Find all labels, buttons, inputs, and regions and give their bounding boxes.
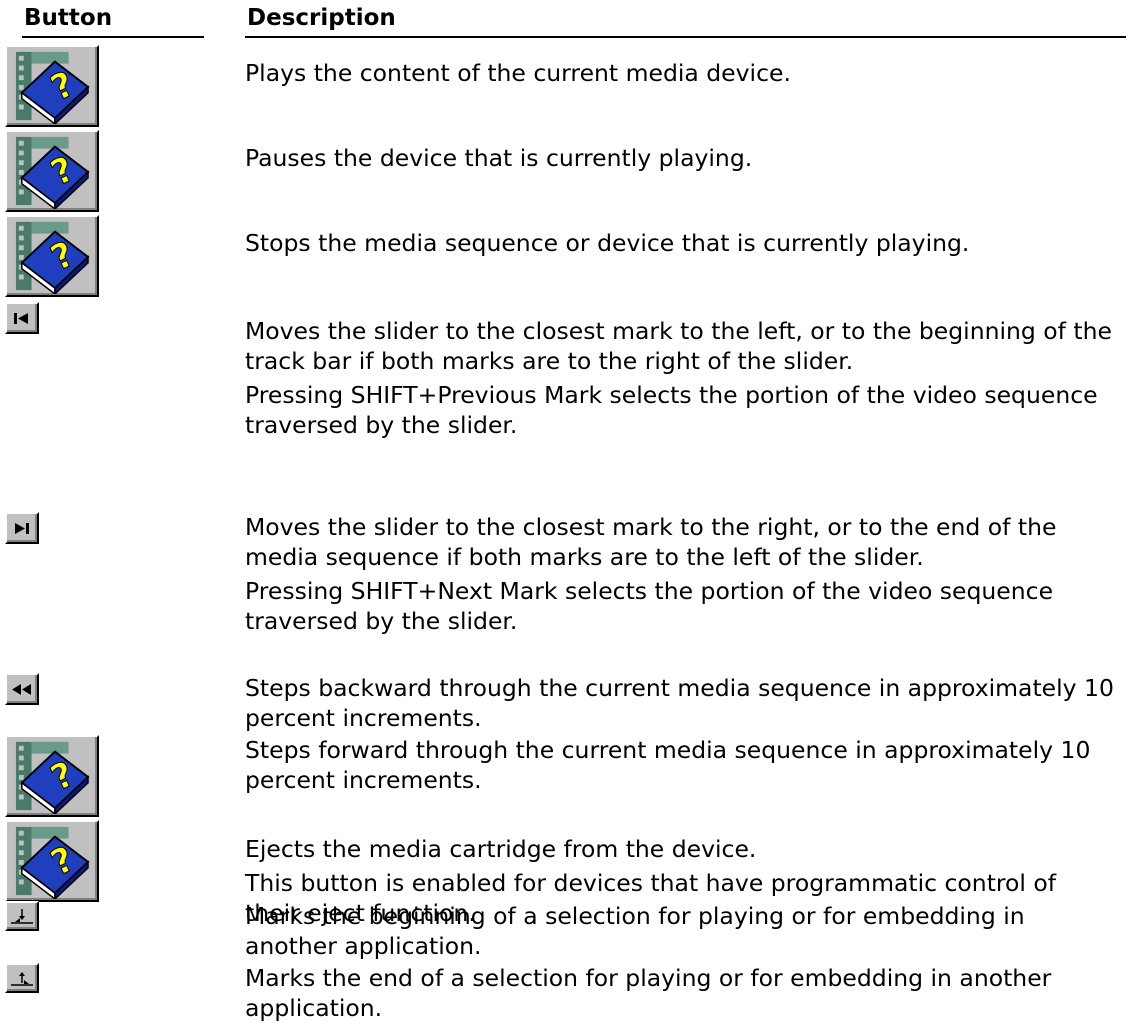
rewind-button[interactable]	[5, 673, 39, 705]
description-text-shift: Pressing SHIFT+Previous Mark selects the…	[245, 381, 1098, 439]
end-selection-icon	[11, 972, 33, 986]
description-text-shift: Pressing SHIFT+Next Mark selects the por…	[245, 577, 1054, 635]
help-book-icon	[8, 48, 96, 124]
description-text: Ejects the media cartridge from the devi…	[245, 835, 757, 863]
start-selection-button[interactable]	[5, 901, 39, 931]
description-text: Pauses the device that is currently play…	[245, 144, 753, 172]
description-text: Moves the slider to the closest mark to …	[245, 513, 1057, 571]
end-selection-button[interactable]	[5, 963, 39, 993]
next-mark-button[interactable]	[5, 512, 39, 544]
stop-button[interactable]	[5, 215, 99, 297]
description-text: Plays the content of the current media d…	[245, 59, 791, 87]
rewind-icon	[12, 684, 31, 695]
header-description-label: Description	[247, 5, 396, 31]
eject-button[interactable]	[5, 820, 99, 902]
help-book-icon	[8, 823, 96, 899]
previous-mark-icon	[14, 313, 28, 324]
description-text: Marks the beginning of a selection for p…	[245, 902, 1025, 960]
description-start-selection: Marks the beginning of a selection for p…	[245, 901, 1115, 961]
description-rewind: Steps backward through the current media…	[245, 673, 1115, 733]
header-description-column: Description	[245, 0, 1126, 38]
description-fast-forward: Steps forward through the current media …	[245, 735, 1115, 795]
help-book-icon	[8, 738, 96, 814]
header-button-column: Button	[22, 0, 204, 38]
previous-mark-button[interactable]	[5, 302, 39, 334]
description-end-selection: Marks the end of a selection for playing…	[245, 963, 1115, 1023]
description-text: Stops the media sequence or device that …	[245, 229, 970, 257]
description-pause: Pauses the device that is currently play…	[245, 143, 1115, 173]
start-selection-icon	[11, 909, 33, 924]
description-text: Steps backward through the current media…	[245, 674, 1114, 732]
play-button[interactable]	[5, 45, 99, 127]
description-text: Steps forward through the current media …	[245, 736, 1091, 794]
description-next-mark: Moves the slider to the closest mark to …	[245, 512, 1115, 636]
description-text: Moves the slider to the closest mark to …	[245, 317, 1112, 375]
help-book-icon	[8, 133, 96, 209]
description-stop: Stops the media sequence or device that …	[245, 228, 1115, 258]
next-mark-icon	[15, 523, 29, 534]
fast-forward-button[interactable]	[5, 735, 99, 817]
description-play: Plays the content of the current media d…	[245, 58, 1115, 88]
description-previous-mark: Moves the slider to the closest mark to …	[245, 316, 1115, 440]
description-text: Marks the end of a selection for playing…	[245, 964, 1052, 1022]
pause-button[interactable]	[5, 130, 99, 212]
help-book-icon	[8, 218, 96, 294]
header-button-label: Button	[24, 5, 113, 31]
